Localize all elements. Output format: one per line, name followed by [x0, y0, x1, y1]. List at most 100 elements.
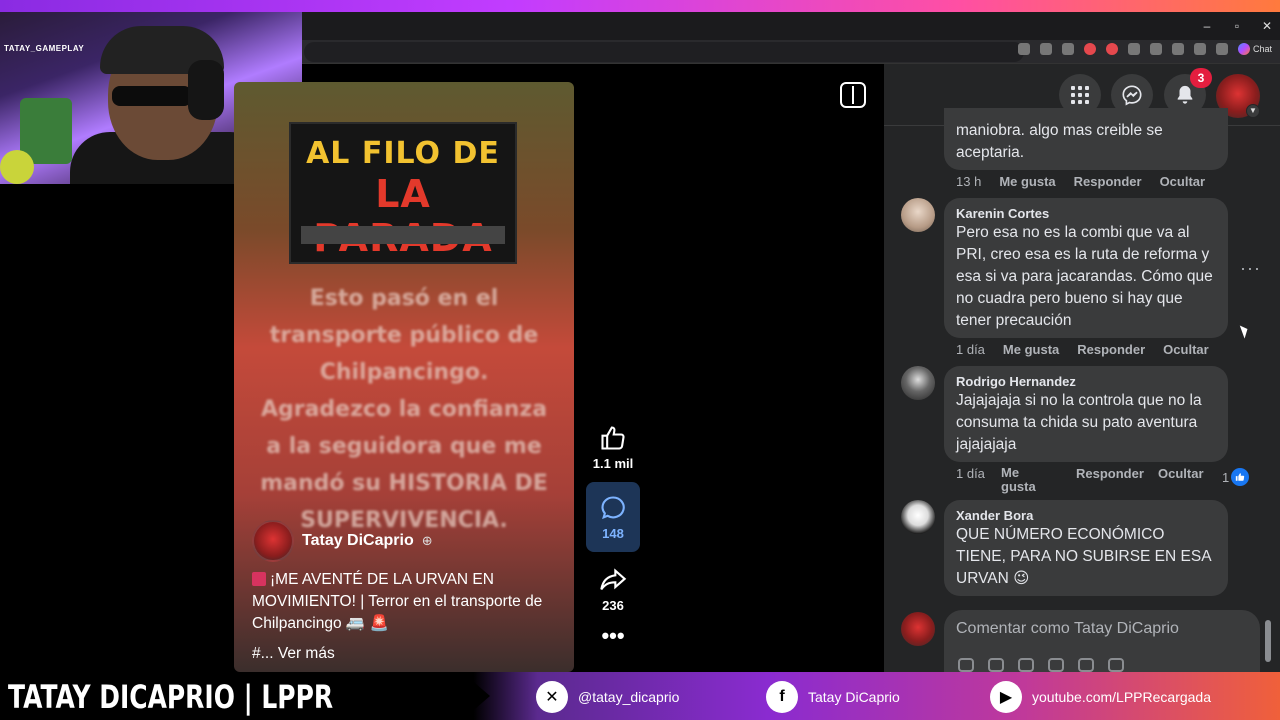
commenter-avatar[interactable]	[901, 366, 935, 400]
comment-time[interactable]: 1 día	[956, 466, 1001, 494]
sticker-icon[interactable]	[988, 658, 1004, 672]
comment-reply-link[interactable]: Responder	[1076, 466, 1158, 494]
author-name[interactable]: Tatay DiCaprio	[302, 532, 414, 550]
headset	[188, 60, 224, 120]
chat-button[interactable]: Chat	[1237, 43, 1272, 55]
x-handle: @tatay_dicaprio	[578, 689, 680, 705]
reaction-count: 1	[1222, 469, 1230, 485]
comment-reply-link[interactable]: Responder	[1077, 342, 1145, 357]
poster-line2: LA PARADA	[313, 172, 491, 260]
commenter-name[interactable]: Xander Bora	[956, 508, 1216, 524]
comment-composer[interactable]: Comentar como Tatay DiCaprio	[944, 610, 1260, 672]
stream-banner: TATAY DICAPRIO | LPPR ✕ @tatay_dicaprio …	[0, 672, 1280, 720]
comment-meta: 1 día Me gusta Responder Ocultar	[956, 342, 1209, 357]
commenter-name[interactable]: Karenin Cortes	[956, 206, 1216, 222]
post-author[interactable]: Tatay DiCaprio ⊕	[252, 520, 433, 562]
stream-top-strip	[0, 0, 1280, 12]
video-overlay-text: Esto pasó en el transporte público de Ch…	[260, 286, 548, 533]
browser-toolbar: Chat	[300, 40, 1280, 64]
record-extension-icon[interactable]	[1105, 43, 1118, 55]
account-chevron-icon[interactable]: ▼	[1246, 104, 1260, 118]
banner-title: TATAY DICAPRIO | LPPR	[8, 678, 334, 716]
comment-meta: 13 h Me gusta Responder Ocultar	[956, 174, 1205, 189]
switch-layout-icon[interactable]	[840, 82, 866, 108]
reel-video[interactable]: AL FILO DE LA PARADA Esto pasó en el tra…	[234, 82, 574, 672]
panel-scrollbar[interactable]	[1265, 620, 1271, 662]
comment-bubble: Rodrigo Hernandez Jajajajaja si no la co…	[944, 366, 1228, 462]
close-button[interactable]: ✕	[1262, 19, 1272, 33]
comment-hide-link[interactable]: Ocultar	[1163, 342, 1209, 357]
more-icon[interactable]	[1215, 43, 1228, 55]
collections-icon[interactable]	[1171, 43, 1184, 55]
star-icon[interactable]	[1061, 43, 1074, 55]
camera-icon[interactable]	[1048, 658, 1064, 672]
sticker-pack-icon[interactable]	[1108, 658, 1124, 672]
gif-icon[interactable]	[1078, 658, 1094, 672]
see-more-link[interactable]: #... Ver más	[252, 645, 335, 663]
zoom-icon[interactable]	[1039, 43, 1052, 55]
youtube-logo-icon: ▶	[990, 681, 1022, 713]
bell-icon	[1177, 85, 1193, 104]
author-avatar[interactable]	[252, 520, 294, 562]
comment-text: Pero esa no es la combi que va al PRI, c…	[956, 224, 1213, 329]
notifications-badge: 3	[1190, 68, 1212, 88]
video-poster: AL FILO DE LA PARADA	[289, 122, 517, 264]
composer-tools	[958, 658, 1124, 672]
comment-icon	[601, 496, 625, 520]
commenter-avatar[interactable]	[901, 500, 935, 534]
comment-like-link[interactable]: Me gusta	[1001, 466, 1036, 494]
banner-arrow	[462, 672, 490, 720]
comment-text: maniobra. algo mas creible se aceptaria.	[956, 122, 1163, 161]
emoji-icon[interactable]	[1018, 658, 1034, 672]
globe-icon: ⊕	[421, 533, 433, 548]
like-count: 1.1 mil	[592, 456, 634, 471]
puzzle-icon[interactable]	[1127, 43, 1140, 55]
toy-ball	[0, 150, 34, 184]
address-bar[interactable]	[304, 42, 1024, 62]
facebook-logo-icon: f	[766, 681, 798, 713]
comment-hide-link[interactable]: Ocultar	[1160, 174, 1206, 189]
comment-count: 148	[602, 526, 624, 541]
thumbs-up-icon	[601, 426, 625, 450]
like-button[interactable]: 1.1 mil	[586, 420, 640, 480]
chat-label: Chat	[1252, 44, 1272, 54]
comment-time[interactable]: 13 h	[956, 174, 981, 189]
youtube-social: ▶ youtube.com/LPPRecargada	[990, 681, 1211, 713]
messenger-icon	[1122, 85, 1142, 106]
comment-bubble: maniobra. algo mas creible se aceptaria.	[944, 108, 1228, 170]
comment-meta: 1 día Me gusta Responder Ocultar	[956, 466, 1204, 494]
composer-avatar[interactable]	[901, 612, 935, 646]
comment-reply-link[interactable]: Responder	[1074, 174, 1142, 189]
favorites-icon[interactable]	[1149, 43, 1162, 55]
comment-input[interactable]: Comentar como Tatay DiCaprio	[956, 620, 1179, 638]
share-icon	[600, 568, 627, 590]
red-square-emoji	[252, 572, 266, 586]
share-count: 236	[602, 598, 624, 613]
profile-icon[interactable]	[1193, 43, 1206, 55]
avatar-sticker-icon[interactable]	[958, 658, 974, 672]
facebook-name: Tatay DiCaprio	[808, 689, 900, 705]
comment-hide-link[interactable]: Ocultar	[1158, 466, 1204, 494]
comment-reactions[interactable]: 1	[1222, 468, 1250, 486]
comment-like-link[interactable]: Me gusta	[1003, 342, 1059, 357]
webcam-label: TATAY_GAMEPLAY	[4, 44, 85, 53]
post-caption: ¡ME AVENTÉ DE LA URVAN EN MOVIMIENTO! | …	[252, 569, 568, 635]
facebook-social: f Tatay DiCaprio	[766, 681, 900, 713]
apps-grid-icon	[1071, 86, 1089, 104]
comment-options-icon[interactable]: ···	[1240, 258, 1261, 279]
x-social: ✕ @tatay_dicaprio	[536, 681, 679, 713]
comment-like-link[interactable]: Me gusta	[999, 174, 1055, 189]
restore-button[interactable]: ▫	[1232, 19, 1242, 33]
grid-icon[interactable]	[1017, 43, 1030, 55]
window-controls: – ▫ ✕	[1202, 12, 1272, 40]
x-logo-icon: ✕	[536, 681, 568, 713]
more-options-button[interactable]: •••	[586, 625, 640, 654]
poster-road	[301, 226, 505, 244]
commenter-name[interactable]: Rodrigo Hernandez	[956, 374, 1216, 390]
comment-button[interactable]: 148	[586, 482, 640, 552]
share-button[interactable]: 236	[586, 554, 640, 614]
minimize-button[interactable]: –	[1202, 19, 1212, 33]
shield-extension-icon[interactable]	[1083, 43, 1096, 55]
comment-time[interactable]: 1 día	[956, 342, 985, 357]
commenter-avatar[interactable]	[901, 198, 935, 232]
